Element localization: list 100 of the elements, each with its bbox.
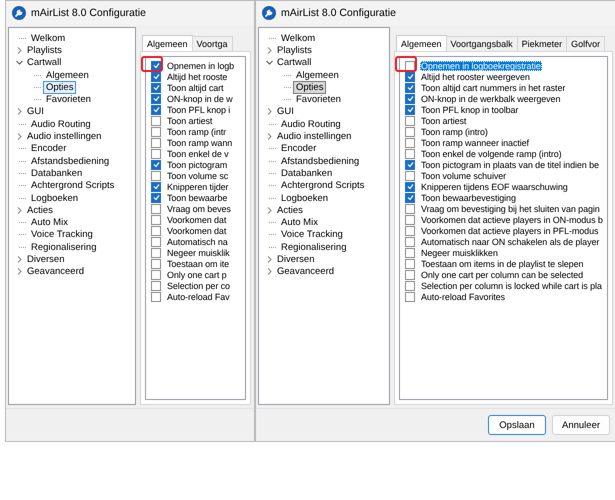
checkbox[interactable] — [151, 60, 161, 70]
option-label[interactable]: Vraag om bevestiging bij het sluiten van pagin — [420, 204, 601, 214]
option-label[interactable]: Toon pictogram — [166, 160, 228, 170]
checkbox[interactable] — [151, 160, 161, 170]
checkbox[interactable] — [405, 160, 415, 170]
option-label[interactable]: Only one cart p — [166, 270, 228, 280]
checkbox[interactable] — [405, 82, 415, 92]
checkbox[interactable] — [151, 116, 161, 126]
tree-item[interactable]: Favorieten — [293, 93, 344, 106]
option-label[interactable]: Knipperen tijdens EOF waarschuwing — [420, 182, 569, 192]
checkbox[interactable] — [151, 72, 161, 82]
tree-item[interactable]: Databanken — [28, 166, 86, 180]
option-label[interactable]: Opnemen in logb — [166, 60, 236, 70]
tab[interactable]: Golfvor — [566, 36, 606, 51]
tree-item[interactable]: Auto Mix — [28, 216, 71, 230]
tree-item[interactable]: Audio Routing — [278, 118, 344, 131]
checkbox[interactable] — [405, 148, 415, 158]
chevron-right-icon[interactable] — [265, 132, 274, 142]
chevron-right-icon[interactable] — [265, 46, 274, 55]
option-label[interactable]: Opnemen in logboekregistratie — [420, 60, 542, 70]
checkbox[interactable] — [405, 270, 415, 280]
tree-item[interactable]: Encoder — [28, 142, 70, 156]
checkbox[interactable] — [405, 214, 415, 224]
tree-item[interactable]: Auto Mix — [278, 216, 321, 230]
tree-item[interactable]: Regionalisering — [28, 240, 100, 254]
checkbox[interactable] — [151, 126, 161, 136]
option-label[interactable]: Toestaan om items in de playlist te slepen — [420, 258, 584, 268]
tree-item[interactable]: Afstandsbediening — [278, 154, 362, 168]
option-label[interactable]: Toon PFL knop i — [166, 104, 232, 114]
option-label[interactable]: Selection per column is locked while cart is pla — [420, 280, 603, 290]
option-label[interactable]: Only one cart per column can be selected — [420, 270, 584, 280]
checkbox[interactable] — [151, 104, 161, 114]
tree-item[interactable]: Cartwall — [274, 56, 314, 70]
option-label[interactable]: Toon altijd cart — [166, 82, 224, 92]
tree-item[interactable]: Geavanceerd — [274, 265, 338, 278]
checkbox[interactable] — [151, 170, 161, 180]
option-label[interactable]: Toon ramp wanneer inactief — [420, 138, 530, 148]
tree-item[interactable]: Algemeen — [43, 68, 92, 82]
dialog-button[interactable]: Opslaan — [488, 415, 546, 435]
option-label[interactable]: Automatisch naar ON schakelen als de player — [420, 236, 600, 246]
tree-item[interactable]: Voice Tracking — [28, 228, 96, 242]
checkbox[interactable] — [405, 204, 415, 214]
tree-item[interactable]: Playlists — [24, 44, 65, 57]
option-label[interactable]: Toon PFL knop in toolbar — [420, 104, 520, 114]
option-label[interactable]: Toon ramp (intr — [166, 126, 228, 136]
option-label[interactable]: Altijd het rooster weergeven — [420, 72, 531, 82]
chevron-right-icon[interactable] — [15, 206, 24, 215]
checkbox[interactable] — [151, 192, 161, 202]
checkbox[interactable] — [405, 104, 415, 114]
chevron-down-icon[interactable] — [15, 58, 24, 68]
tree-item[interactable]: Databanken — [278, 166, 336, 180]
option-label[interactable]: Negeer muisklikken — [420, 248, 499, 258]
tree-item[interactable]: Diversen — [274, 253, 318, 266]
chevron-right-icon[interactable] — [265, 206, 274, 215]
checkbox[interactable] — [151, 270, 161, 280]
option-label[interactable]: Negeer muisklik — [166, 248, 231, 258]
chevron-right-icon[interactable] — [265, 267, 274, 276]
tree-item[interactable]: Regionalisering — [278, 240, 350, 254]
option-label[interactable]: Voorkomen dat actieve players in PFL-modus — [420, 226, 600, 236]
checkbox[interactable] — [151, 292, 161, 302]
chevron-down-icon[interactable] — [265, 58, 274, 68]
chevron-right-icon[interactable] — [265, 107, 274, 116]
option-label[interactable]: Voorkomen dat — [166, 226, 228, 236]
checkbox[interactable] — [151, 280, 161, 290]
tree-item[interactable]: Welkom — [28, 32, 68, 45]
tree-item[interactable]: Playlists — [274, 44, 315, 57]
checkbox[interactable] — [151, 214, 161, 224]
tree-item[interactable]: Audio instellingen — [274, 130, 354, 144]
option-label[interactable]: Toon ramp wann — [166, 138, 234, 148]
checkbox[interactable] — [405, 116, 415, 126]
checkbox[interactable] — [405, 182, 415, 192]
tree-item[interactable]: Algemeen — [293, 68, 342, 82]
tab[interactable]: Algemeen — [142, 35, 193, 51]
chevron-right-icon[interactable] — [15, 254, 24, 264]
checkbox[interactable] — [405, 170, 415, 180]
checkbox[interactable] — [151, 236, 161, 246]
tree-item[interactable]: Audio instellingen — [24, 130, 104, 144]
option-label[interactable]: Toon ramp (intro) — [420, 126, 489, 136]
tree-item[interactable]: Acties — [24, 204, 56, 217]
option-label[interactable]: Toon volume sc — [166, 170, 230, 180]
option-label[interactable]: Toon bewaarbevestiging — [420, 192, 517, 202]
tree-item[interactable]: Geavanceerd — [24, 265, 88, 278]
tree-item[interactable]: Acties — [274, 204, 306, 217]
checkbox[interactable] — [151, 204, 161, 214]
option-label[interactable]: Vraag om beves — [166, 204, 232, 214]
chevron-right-icon[interactable] — [15, 132, 24, 142]
chevron-right-icon[interactable] — [15, 107, 24, 116]
checkbox[interactable] — [405, 280, 415, 290]
checkbox[interactable] — [405, 94, 415, 104]
option-label[interactable]: Toon enkel de volgende ramp (intro) — [420, 148, 563, 158]
tree-item[interactable]: Favorieten — [43, 93, 94, 106]
tree-item[interactable]: Voice Tracking — [278, 228, 346, 242]
checkbox[interactable] — [151, 182, 161, 192]
tree-item[interactable]: Achtergrond Scripts — [278, 179, 368, 192]
tree-item[interactable]: Encoder — [278, 142, 320, 156]
option-label[interactable]: Altijd het rooste — [166, 72, 228, 82]
option-label[interactable]: Automatisch na — [166, 236, 229, 246]
option-label[interactable]: Knipperen tijder — [166, 182, 230, 192]
checkbox[interactable] — [405, 236, 415, 246]
option-label[interactable]: Voorkomen dat actieve players in ON-modus b — [420, 214, 604, 224]
